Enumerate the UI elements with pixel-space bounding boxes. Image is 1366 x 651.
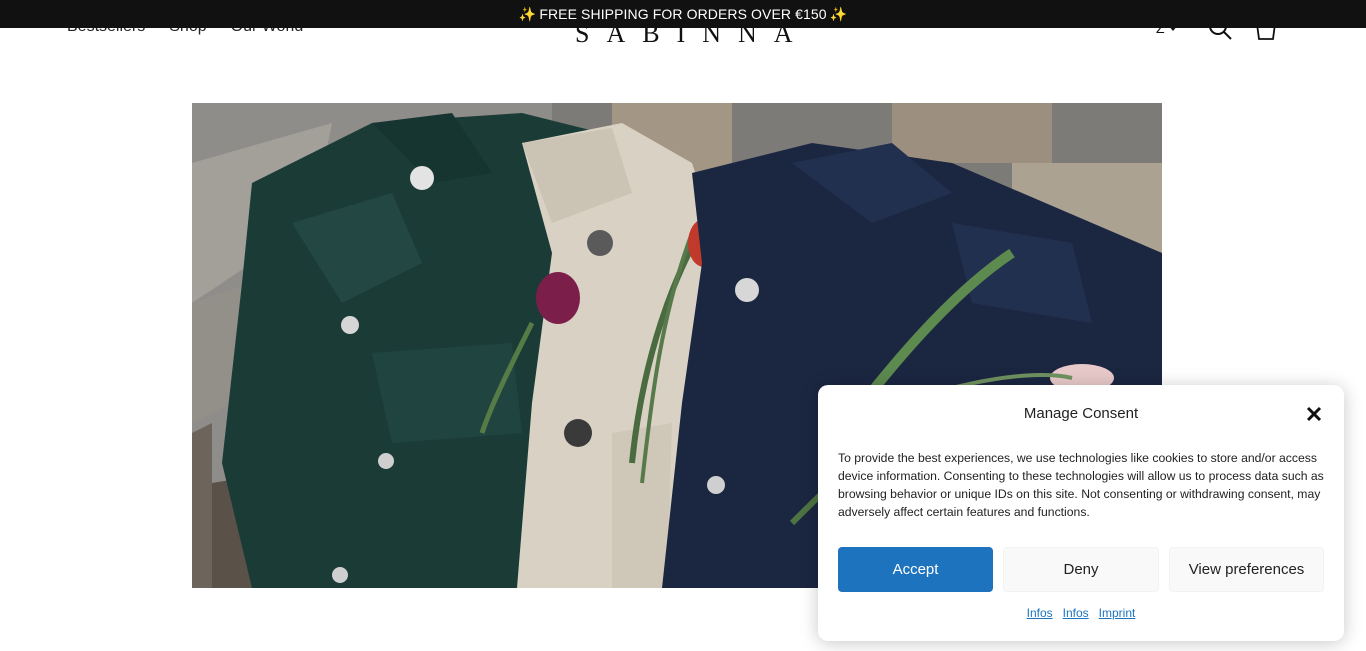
close-icon (1306, 406, 1322, 422)
announcement-text: FREE SHIPPING FOR ORDERS OVER €150 (539, 6, 827, 22)
announcement-bar: ✨ FREE SHIPPING FOR ORDERS OVER €150 ✨ (0, 0, 1366, 28)
consent-title: Manage Consent (1023, 405, 1139, 422)
infos-link[interactable]: Infos (1027, 606, 1053, 620)
consent-description: To provide the best experiences, we use … (838, 451, 1324, 519)
consent-dialog: Manage Consent To provide the best exper… (818, 385, 1344, 641)
sparkles-icon: ✨ (829, 5, 848, 22)
close-button[interactable] (1305, 405, 1323, 423)
imprint-link[interactable]: Imprint (1099, 606, 1136, 620)
accept-button[interactable]: Accept (838, 547, 993, 592)
view-preferences-button[interactable]: View preferences (1169, 547, 1324, 592)
consent-links: Infos Infos Imprint (818, 606, 1344, 620)
deny-button[interactable]: Deny (1003, 547, 1159, 592)
sparkles-icon: ✨ (518, 5, 537, 22)
infos-link[interactable]: Infos (1063, 606, 1089, 620)
